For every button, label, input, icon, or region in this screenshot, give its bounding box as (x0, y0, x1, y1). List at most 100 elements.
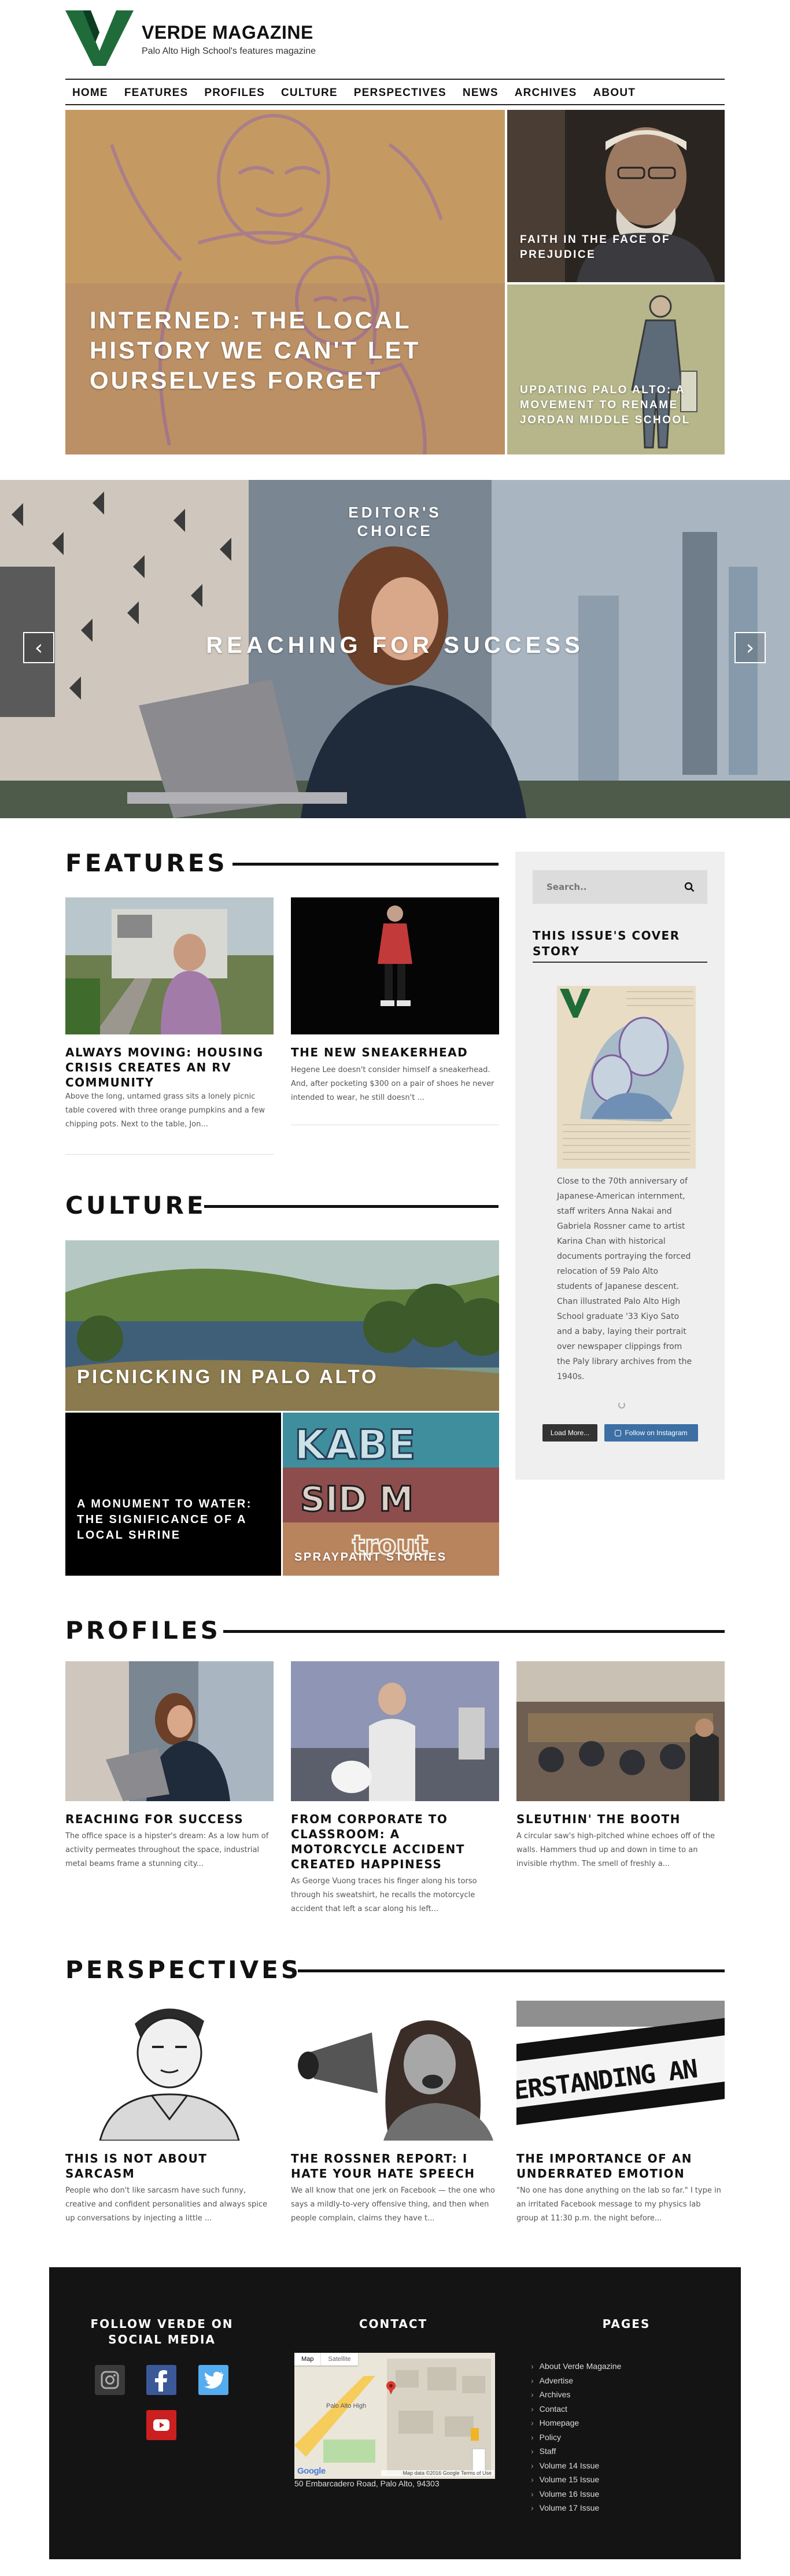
featured-side-bottom-tile[interactable]: UPDATING PALO ALTO: A MOVEMENT TO RENAME… (507, 284, 725, 454)
sarcasm-illustration (65, 2001, 274, 2141)
megaphone-photo (291, 2001, 499, 2141)
nav-archives[interactable]: ARCHIVES (507, 86, 585, 101)
perspectives-thumb-1[interactable] (291, 2001, 499, 2141)
footer-pages-heading: PAGES (602, 2317, 651, 2331)
page-link-advertise[interactable]: Advertise (531, 2374, 621, 2388)
follow-instagram-button[interactable]: Follow on Instagram (604, 1424, 698, 1442)
culture-left-tile[interactable]: A MONUMENT TO WATER: THE SIGNIFICANCE OF… (65, 1413, 281, 1576)
map-tab-map[interactable]: Map (294, 2353, 320, 2366)
twitter-icon[interactable] (198, 2365, 228, 2395)
nav-culture[interactable]: CULTURE (273, 86, 346, 101)
profiles-heading-rule (223, 1630, 725, 1633)
featured-side-top-title[interactable]: FAITH IN THE FACE OF PREJUDICE (520, 232, 711, 263)
culture-main-tile[interactable]: PICNICKING IN PALO ALTO (65, 1240, 499, 1411)
culture-left-title[interactable]: A MONUMENT TO WATER: THE SIGNIFICANCE OF… (77, 1496, 256, 1543)
culture-main-title[interactable]: PICNICKING IN PALO ALTO (77, 1365, 482, 1389)
culture-heading[interactable]: CULTURE (65, 1191, 206, 1219)
page-link-volume-16[interactable]: Volume 16 Issue (531, 2487, 621, 2501)
jordan-illustration (507, 284, 725, 454)
profiles-title-0[interactable]: REACHING FOR SUCCESS (65, 1812, 274, 1827)
cover-story-illustration (557, 986, 696, 1169)
perspectives-excerpt-1: We all know that one jerk on Facebook — … (291, 2186, 495, 2223)
nav-about[interactable]: ABOUT (585, 86, 644, 101)
map-place-label: Palo Alto High (326, 2403, 367, 2409)
profiles-title-2[interactable]: SLEUTHIN' THE BOOTH (516, 1812, 725, 1827)
classroom-photo (291, 1661, 499, 1801)
features-divider-0 (65, 1154, 274, 1155)
culture-right-title[interactable]: SPRAYPAINT STORIES (294, 1550, 485, 1565)
footer-contact-heading: CONTACT (359, 2317, 428, 2331)
load-more-button[interactable]: Load More... (542, 1424, 597, 1442)
nav-news[interactable]: NEWS (455, 86, 507, 101)
features-title-0[interactable]: ALWAYS MOVING: HOUSING CRISIS CREATES AN… (65, 1045, 274, 1090)
youtube-icon[interactable] (146, 2410, 176, 2440)
chevron-right-icon[interactable]: › (734, 632, 766, 663)
cover-story-text: Close to the 70th anniversary of Japanes… (557, 1177, 692, 1381)
perspectives-title-2[interactable]: THE IMPORTANCE OF AN UNDERRATED EMOTION (516, 2151, 725, 2181)
nav-home[interactable]: HOME (65, 86, 116, 101)
cover-story-heading: THIS ISSUE'S COVER STORY (533, 929, 680, 958)
page-link-volume-17[interactable]: Volume 17 Issue (531, 2501, 621, 2515)
perspectives-thumb-0[interactable] (65, 2001, 274, 2141)
page-link-volume-15[interactable]: Volume 15 Issue (531, 2472, 621, 2487)
page-link-homepage[interactable]: Homepage (531, 2416, 621, 2430)
featured-side-top-tile[interactable]: FAITH IN THE FACE OF PREJUDICE (507, 110, 725, 282)
svg-text:KABE: KABE (294, 1421, 416, 1469)
search-box[interactable] (533, 870, 707, 904)
search-icon[interactable] (684, 882, 695, 892)
perspectives-title-0[interactable]: THIS IS NOT ABOUT SARCASM (65, 2151, 274, 2181)
profiles-thumb-1[interactable] (291, 1661, 499, 1801)
map-attribution: Map data ©2016 Google Terms of Use (381, 2470, 494, 2476)
carousel-title[interactable]: REACHING FOR SUCCESS (164, 631, 626, 659)
cover-heading-rule (533, 962, 707, 963)
map-graphic (294, 2353, 495, 2479)
profiles-heading[interactable]: PROFILES (65, 1616, 221, 1644)
features-heading[interactable]: FEATURES (65, 849, 228, 877)
brand-tagline: Palo Alto High School's features magazin… (142, 46, 316, 56)
perspectives-excerpt-2: "No one has done anything on the lab so … (516, 2186, 721, 2223)
page-link-archives[interactable]: Archives (531, 2387, 621, 2402)
features-title-1[interactable]: THE NEW SNEAKERHEAD (291, 1045, 499, 1060)
perspectives-thumb-2[interactable]: ERSTANDING AN (516, 2001, 725, 2141)
perspectives-title-1[interactable]: THE ROSSNER REPORT: I HATE YOUR HATE SPE… (291, 2151, 499, 2181)
perspectives-excerpt-0: People who don't like sarcasm have such … (65, 2186, 268, 2223)
sneakerhead-photo (291, 897, 499, 1034)
nav-perspectives[interactable]: PERSPECTIVES (346, 86, 455, 101)
workshop-photo (516, 1661, 725, 1801)
main-nav: HOME FEATURES PROFILES CULTURE PERSPECTI… (65, 86, 725, 101)
chevron-left-icon[interactable]: ‹ (23, 632, 54, 663)
profiles-thumb-0[interactable] (65, 1661, 274, 1801)
internment-illustration (65, 110, 505, 454)
perspectives-heading[interactable]: PERSPECTIVES (65, 1956, 301, 1984)
profiles-thumb-2[interactable] (516, 1661, 725, 1801)
editors-choice-carousel[interactable]: EDITOR'S CHOICE REACHING FOR SUCCESS ‹ › (0, 480, 790, 818)
search-input[interactable] (533, 870, 677, 904)
nav-features[interactable]: FEATURES (116, 86, 197, 101)
verde-logo[interactable] (65, 10, 134, 66)
nav-profiles[interactable]: PROFILES (196, 86, 273, 101)
google-logo: Google (297, 2466, 326, 2476)
cover-image[interactable] (557, 986, 696, 1169)
culture-right-tile[interactable]: KABE SID M trout SPRAYPAINT STORIES (283, 1413, 499, 1576)
features-heading-rule (232, 863, 499, 866)
brand-title[interactable]: VERDE MAGAZINE (142, 22, 313, 43)
page-link-volume-14[interactable]: Volume 14 Issue (531, 2459, 621, 2473)
instagram-icon[interactable] (95, 2365, 125, 2395)
featured-side-bottom-title[interactable]: UPDATING PALO ALTO: A MOVEMENT TO RENAME… (520, 383, 705, 428)
map-type-tabs: Map Satellite (294, 2353, 358, 2366)
nav-bottom-rule (65, 104, 725, 105)
featured-main-title[interactable]: INTERNED: THE LOCAL HISTORY WE CAN'T LET… (90, 305, 437, 396)
page-link-contact[interactable]: Contact (531, 2402, 621, 2416)
rv-photo (65, 897, 274, 1034)
profiles-title-1[interactable]: FROM CORPORATE TO CLASSROOM: A MOTORCYCL… (291, 1812, 499, 1872)
features-thumb-rv[interactable] (65, 897, 274, 1034)
page-link-staff[interactable]: Staff (531, 2444, 621, 2459)
map-tab-satellite[interactable]: Satellite (320, 2353, 357, 2366)
facebook-icon[interactable] (146, 2365, 176, 2395)
page-link-about[interactable]: About Verde Magazine (531, 2359, 622, 2374)
contact-map[interactable]: Map Satellite Palo Alto High Google Map … (294, 2353, 495, 2479)
page-link-policy[interactable]: Policy (531, 2430, 621, 2445)
featured-main-tile[interactable]: INTERNED: THE LOCAL HISTORY WE CAN'T LET… (65, 110, 505, 454)
features-thumb-sneaker[interactable] (291, 897, 499, 1034)
follow-instagram-label: Follow on Instagram (625, 1429, 688, 1437)
